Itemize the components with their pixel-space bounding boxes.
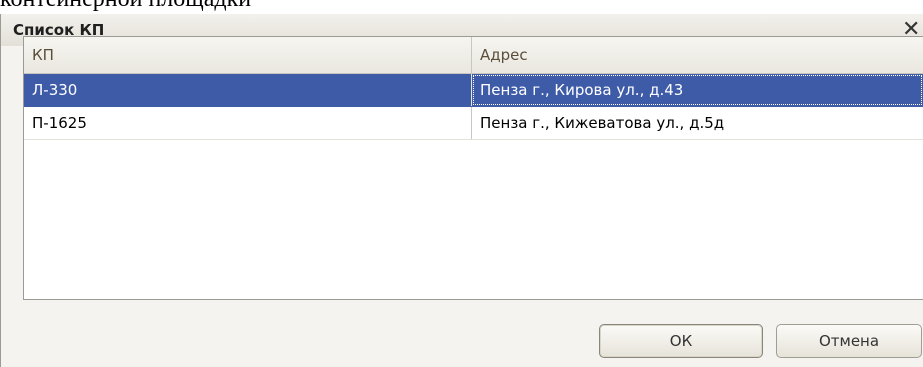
table-header: КП Адрес — [24, 37, 923, 74]
kp-table: КП Адрес Л-330 Пенза г., Кирова ул., д.4… — [23, 36, 923, 300]
table-cell-kp: Л-330 — [24, 74, 472, 106]
kp-list-dialog: Список КП ✕ КП Адрес Л-330 Пенза г., Кир… — [0, 14, 923, 367]
column-header-kp[interactable]: КП — [24, 37, 472, 73]
table-cell-kp: П-1625 — [24, 107, 472, 139]
table-row[interactable]: Л-330 Пенза г., Кирова ул., д.43 — [24, 74, 923, 107]
table-cell-address: Пенза г., Кижеватова ул., д.5д — [480, 114, 725, 132]
background-document-text: контейнерной площадки — [0, 0, 251, 14]
table-row[interactable]: П-1625 Пенза г., Кижеватова ул., д.5д — [24, 107, 923, 140]
cancel-button[interactable]: Отмена — [776, 324, 922, 358]
column-header-address[interactable]: Адрес — [472, 37, 923, 73]
table-cell-address: Пенза г., Кирова ул., д.43 — [472, 74, 923, 106]
ok-button[interactable]: ОК — [599, 324, 763, 358]
